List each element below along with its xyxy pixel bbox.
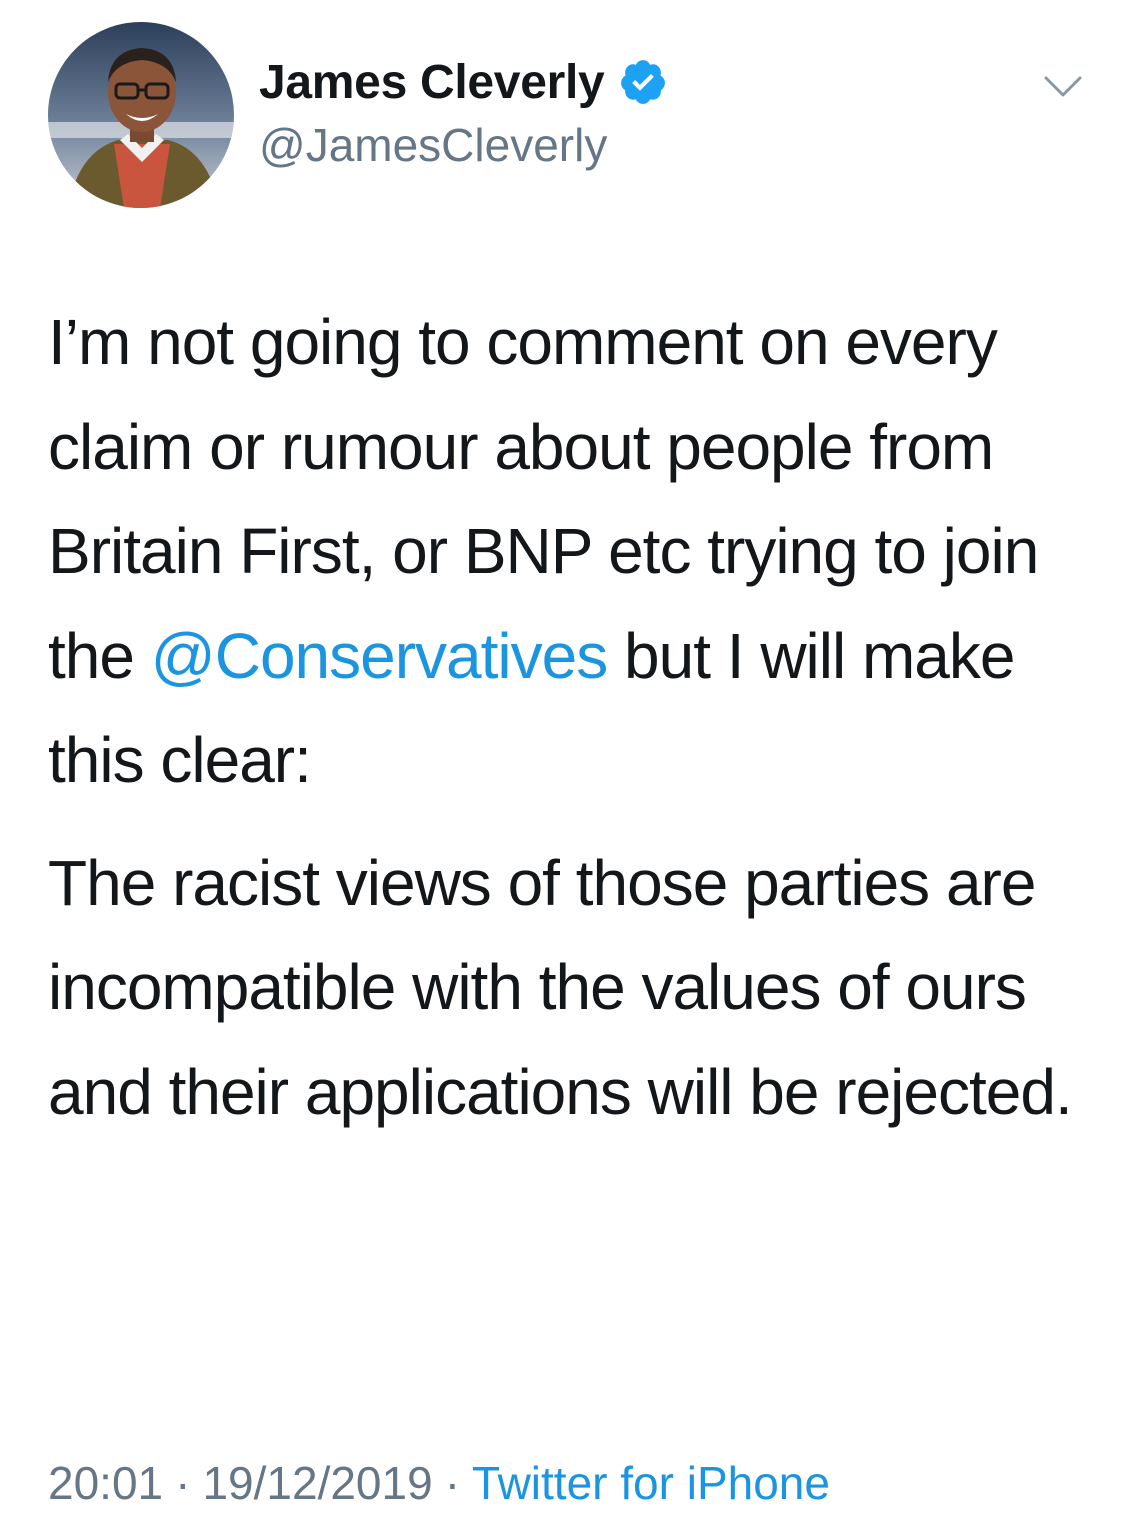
author-display-name[interactable]: James Cleverly [259,55,605,110]
tweet-body: I’m not going to comment on every claim … [48,290,1088,1144]
mention-link[interactable]: @Conservatives [151,620,608,692]
profile-photo-icon [48,22,234,208]
chevron-down-icon [1044,76,1082,97]
tweet-metadata: 20:01 · 19/12/2019 · Twitter for iPhone [48,1456,830,1510]
tweet-options-button[interactable] [1040,66,1086,106]
tweet-time[interactable]: 20:01 [48,1457,163,1509]
tweet-source-link[interactable]: Twitter for iPhone [472,1457,830,1509]
verified-badge-icon [618,57,668,107]
separator-dot: · [175,1457,191,1509]
tweet-card: James Cleverly @JamesCleverly I’m not go… [0,0,1125,1525]
tweet-paragraph: The racist views of those parties are in… [48,846,1073,1128]
avatar[interactable] [48,22,234,208]
tweet-paragraph: I’m not going to comment on every claim … [48,290,1088,813]
separator-dot: · [444,1457,461,1509]
author-name-row: James Cleverly [259,52,668,112]
author-handle[interactable]: @JamesCleverly [259,118,607,172]
tweet-date[interactable]: 19/12/2019 [202,1457,432,1509]
